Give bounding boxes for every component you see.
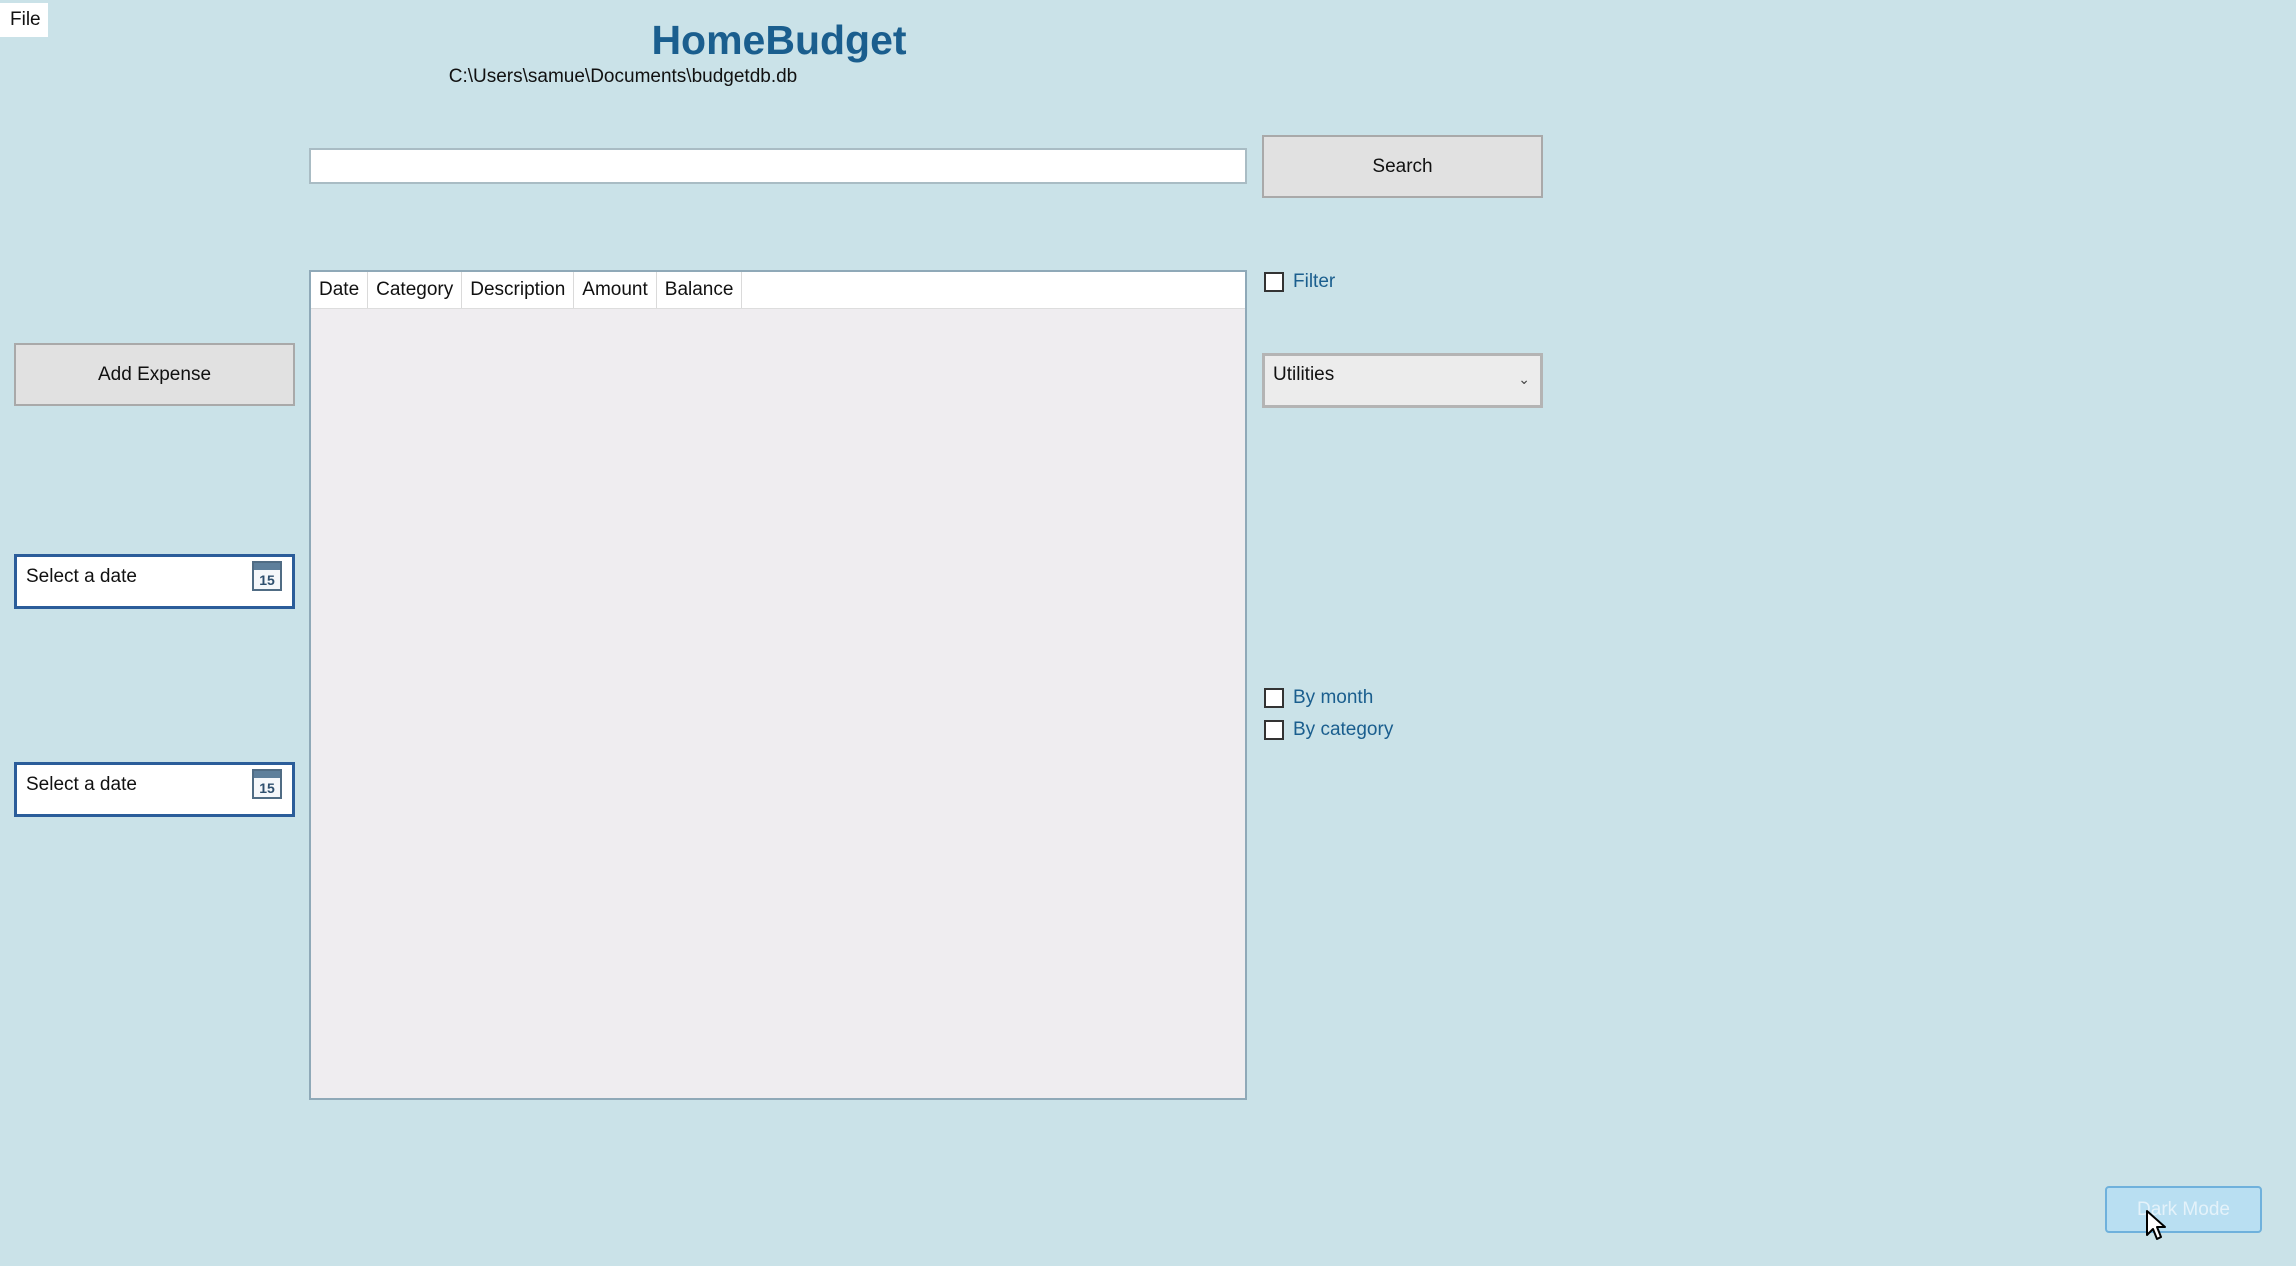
expenses-grid[interactable]: Date Category Description Amount Balance <box>309 270 1247 1100</box>
end-date-placeholder: Select a date <box>26 774 137 795</box>
column-header-amount[interactable]: Amount <box>574 272 657 308</box>
search-input[interactable] <box>309 148 1247 184</box>
by-category-checkbox-box[interactable] <box>1264 720 1284 740</box>
chevron-down-icon: ⌄ <box>1518 371 1530 387</box>
filter-checkbox[interactable]: Filter <box>1264 267 1335 297</box>
by-month-label: By month <box>1293 687 1374 708</box>
add-expense-button[interactable]: Add Expense <box>14 343 295 406</box>
file-menu[interactable]: File <box>0 3 48 37</box>
by-month-checkbox-box[interactable] <box>1264 688 1284 708</box>
calendar-icon-number: 15 <box>259 780 275 796</box>
column-header-description[interactable]: Description <box>462 272 575 308</box>
app-title: HomeBudget <box>651 17 907 63</box>
start-date-picker[interactable]: Select a date 15 <box>14 554 295 609</box>
calendar-icon[interactable]: 15 <box>252 769 282 799</box>
search-button[interactable]: Search <box>1262 135 1543 198</box>
by-month-checkbox[interactable]: By month <box>1264 683 1373 713</box>
by-category-label: By category <box>1293 719 1394 740</box>
filter-checkbox-box[interactable] <box>1264 272 1284 292</box>
end-date-picker[interactable]: Select a date 15 <box>14 762 295 817</box>
column-header-balance[interactable]: Balance <box>657 272 743 308</box>
column-header-date[interactable]: Date <box>311 272 369 308</box>
category-selected-value: Utilities <box>1273 364 1335 385</box>
database-path: C:\Users\samue\Documents\budgetdb.db <box>448 66 798 87</box>
filter-label: Filter <box>1293 271 1336 292</box>
category-dropdown[interactable]: Utilities ⌄ <box>1262 353 1543 408</box>
grid-header: Date Category Description Amount Balance <box>311 272 1245 309</box>
calendar-icon[interactable]: 15 <box>252 561 282 591</box>
by-category-checkbox[interactable]: By category <box>1264 715 1393 745</box>
dark-mode-button[interactable]: Dark Mode <box>2105 1186 2262 1233</box>
calendar-icon-number: 15 <box>259 572 275 588</box>
start-date-placeholder: Select a date <box>26 566 137 587</box>
column-header-category[interactable]: Category <box>368 272 463 308</box>
